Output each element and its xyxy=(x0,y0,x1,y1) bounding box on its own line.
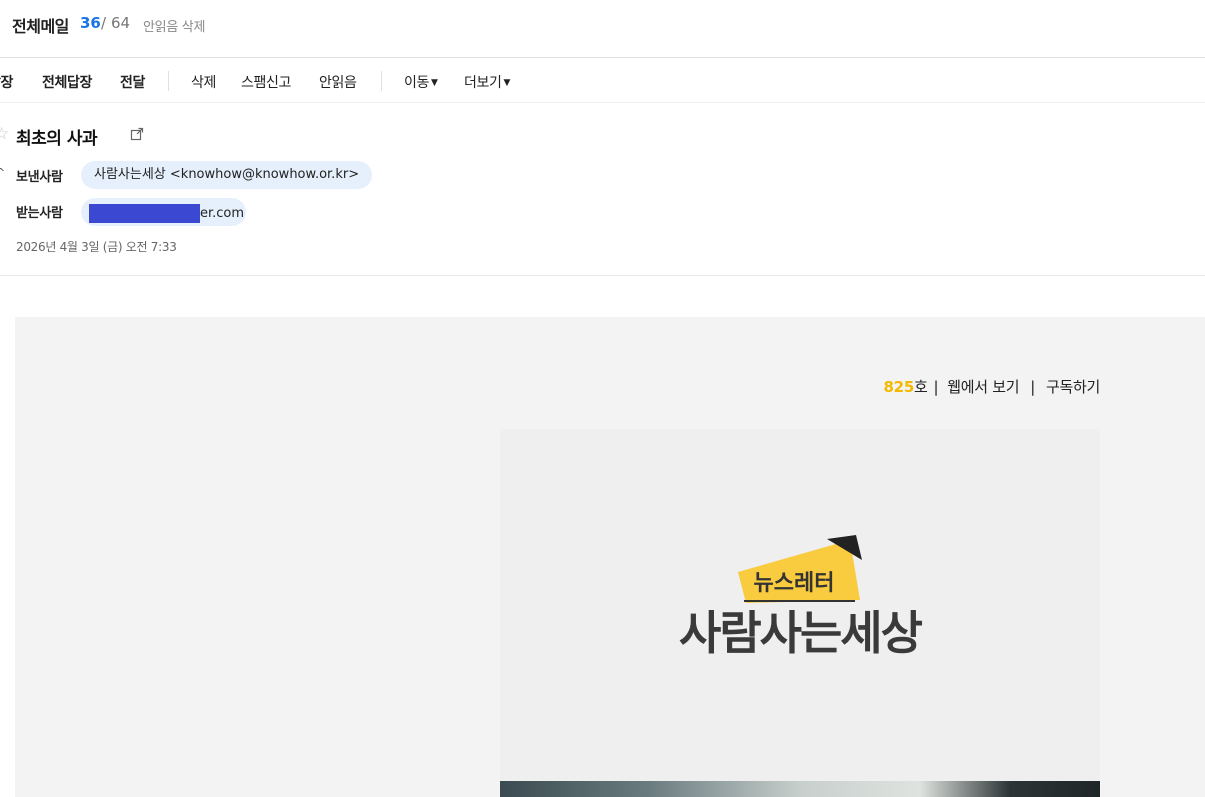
mail-toolbar: 답장 전체답장 전달 삭제 스팸신고 안읽음 이동▼ 더보기▼ xyxy=(0,59,1205,103)
mail-subject: 최초의 사과 xyxy=(16,129,98,149)
logo-main-text: 사람사는세상 xyxy=(679,606,923,660)
reply-button[interactable]: 답장 xyxy=(0,72,13,92)
view-web-link[interactable]: 웹에서 보기 xyxy=(947,378,1019,396)
move-dropdown[interactable]: 이동 ▼ xyxy=(404,72,438,92)
count-separator: / xyxy=(101,14,107,32)
redaction-block xyxy=(89,204,200,223)
chevron-up-icon[interactable]: ^ xyxy=(0,166,5,179)
spam-button[interactable]: 스팸신고 xyxy=(241,72,291,92)
meta-divider xyxy=(0,275,1205,276)
sender-label: 보낸사람 xyxy=(16,170,63,185)
mail-date: 2026년 4월 3일 (금) 오전 7:33 xyxy=(16,240,177,254)
logo-small-text: 뉴스레터 xyxy=(754,571,835,596)
forward-button[interactable]: 전달 xyxy=(120,72,145,92)
delete-button[interactable]: 삭제 xyxy=(191,72,216,92)
toolbar-divider xyxy=(168,71,169,91)
star-outline-icon[interactable]: ☆ xyxy=(0,124,9,144)
mark-unread-button[interactable]: 안읽음 xyxy=(319,72,357,92)
caret-down-icon: ▼ xyxy=(503,78,510,88)
issue-suffix: 호 xyxy=(913,378,928,396)
newsletter-topline: 825호 | 웹에서 보기 | 구독하기 xyxy=(883,376,1101,397)
delete-unread-link[interactable]: 안읽음 삭제 xyxy=(143,16,205,35)
toolbar-divider xyxy=(381,71,382,91)
newsletter-logo: 뉴스레터 사람사는세상 xyxy=(679,535,925,660)
subscribe-link[interactable]: 구독하기 xyxy=(1046,378,1100,396)
newsletter-hero: 뉴스레터 사람사는세상 xyxy=(500,429,1100,781)
bar-separator: | xyxy=(1030,378,1035,396)
total-count: 64 xyxy=(111,14,131,32)
move-label: 이동 xyxy=(404,75,429,91)
receiver-label: 받는사람 xyxy=(16,206,63,221)
mail-header: ‹ 전체메일 36 / 64 안읽음 삭제 xyxy=(0,0,1205,58)
newsletter-photo xyxy=(500,781,1100,797)
chevron-left-icon[interactable]: ‹ xyxy=(0,12,8,36)
mail-body: 825호 | 웹에서 보기 | 구독하기 뉴스레터 사람사는세상 xyxy=(15,317,1205,797)
more-label: 더보기 xyxy=(464,75,502,91)
more-dropdown[interactable]: 더보기 ▼ xyxy=(464,72,510,92)
unread-count: 36 xyxy=(80,14,101,32)
external-link-icon[interactable] xyxy=(130,127,144,141)
issue-number: 825 xyxy=(883,378,915,396)
receiver-email-tail: er.com xyxy=(200,206,245,221)
sender-chip[interactable]: 사람사는세상 <knowhow@knowhow.or.kr> xyxy=(81,161,373,189)
caret-down-icon: ▼ xyxy=(430,78,438,88)
folder-title[interactable]: 전체메일 xyxy=(12,13,69,37)
bar-separator: | xyxy=(933,378,939,396)
reply-all-button[interactable]: 전체답장 xyxy=(42,72,92,92)
